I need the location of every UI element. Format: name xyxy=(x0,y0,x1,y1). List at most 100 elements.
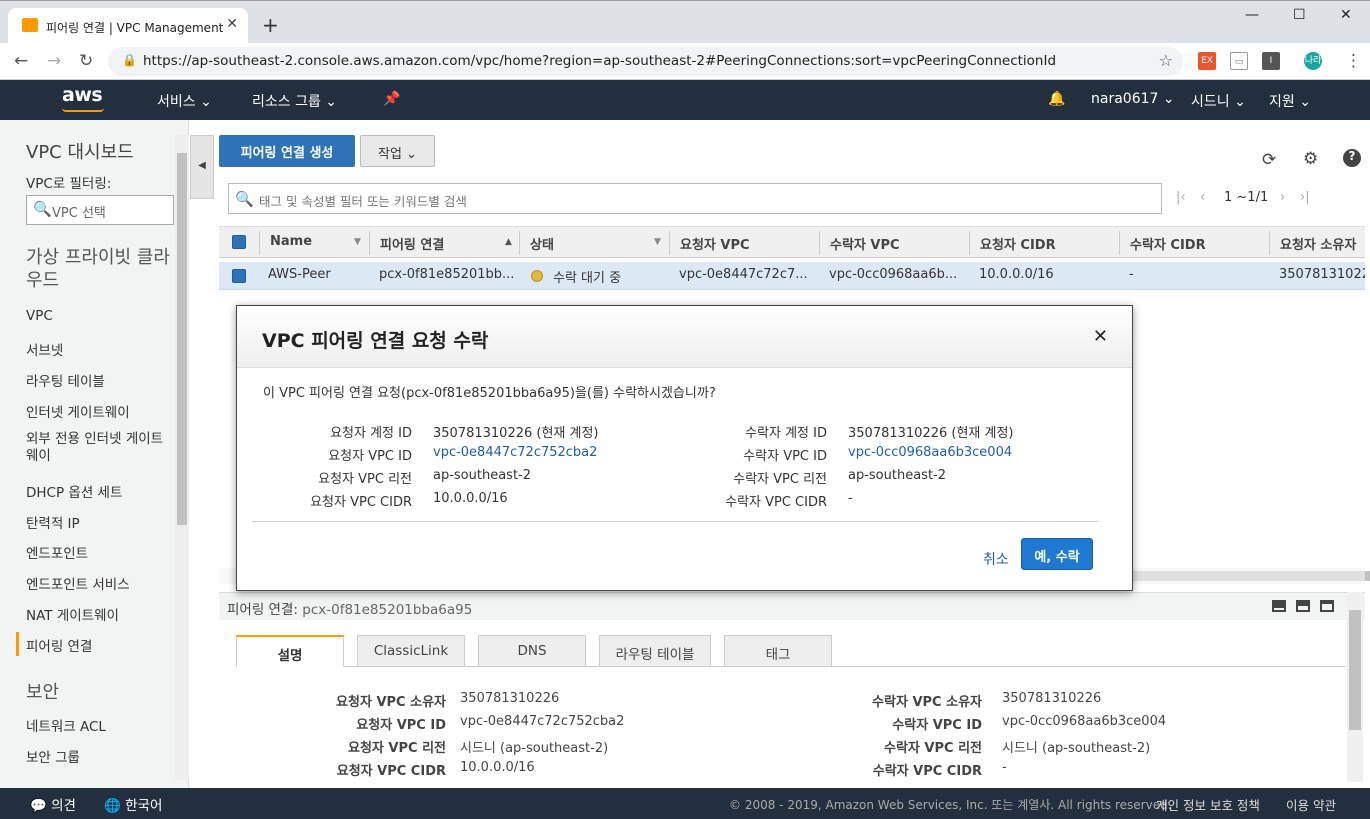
user-menu[interactable]: nara0617 ⌄ xyxy=(1091,91,1175,107)
url-input[interactable]: 🔒 https://ap-southeast-2.console.aws.ama… xyxy=(108,47,1183,76)
detail-value: 시드니 (ap-southeast-2) xyxy=(1002,741,1151,756)
profile-avatar[interactable]: 나라 xyxy=(1304,52,1322,70)
bell-icon[interactable]: 🔔 xyxy=(1048,91,1065,107)
requester-vpc-link[interactable]: vpc-0e8447c72c752cba2 xyxy=(460,714,624,729)
panel-max-icon[interactable] xyxy=(1320,600,1334,612)
sidebar-dashboard-link[interactable]: VPC 대시보드 xyxy=(26,138,134,164)
sort-icon[interactable]: ▼ xyxy=(354,237,361,247)
resource-groups-menu[interactable]: 리소스 그룹 ⌄ xyxy=(252,91,337,111)
detail-title-value: pcx-0f81e85201bba6a95 xyxy=(302,602,473,618)
sidebar-item-subnets[interactable]: 서브넷 xyxy=(26,339,63,359)
forward-icon[interactable]: → xyxy=(47,51,61,71)
panel-min-icon[interactable] xyxy=(1272,600,1286,612)
language-link[interactable]: 🌐 한국어 xyxy=(104,794,162,814)
terms-link[interactable]: 이용 약관 xyxy=(1286,795,1336,814)
actions-button[interactable]: 작업 ⌄ xyxy=(360,135,435,167)
collapse-sidebar-icon[interactable]: ◀ xyxy=(190,135,214,199)
minimize-icon[interactable]: — xyxy=(1245,7,1259,23)
tab-tags[interactable]: 태그 xyxy=(724,635,832,667)
last-page-icon[interactable]: ›| xyxy=(1300,190,1310,205)
region-menu[interactable]: 시드니 ⌄ xyxy=(1191,91,1246,111)
detail-scrollbar[interactable] xyxy=(1347,592,1363,782)
sidebar-item-vpc[interactable]: VPC xyxy=(26,308,53,324)
sidebar-scrollbar[interactable] xyxy=(175,135,189,780)
table-row[interactable]: AWS-Peer pcx-0f81e85201bb... 수락 대기 중 vpc… xyxy=(219,262,1365,290)
pager-text: 1 ~1/1 xyxy=(1224,190,1269,205)
sidebar-item-security-groups[interactable]: 보안 그룹 xyxy=(26,746,80,766)
col-header-requester-cidr[interactable]: 요청자 CIDR xyxy=(980,234,1056,253)
sort-asc-icon[interactable]: ▲ xyxy=(505,237,512,247)
pin-icon[interactable]: 📌 xyxy=(383,91,400,107)
browser-tabbar: 피어링 연결 | VPC Management ✕ + — ☐ ✕ xyxy=(0,0,1370,44)
browser-tab[interactable]: 피어링 연결 | VPC Management ✕ xyxy=(8,8,248,44)
next-page-icon[interactable]: › xyxy=(1280,190,1285,205)
support-menu[interactable]: 지원 ⌄ xyxy=(1269,91,1311,111)
create-peering-button[interactable]: 피어링 연결 생성 xyxy=(219,135,355,167)
search-input[interactable]: 🔍 태그 및 속성별 필터 또는 키워드별 검색 xyxy=(228,183,1162,214)
browser-menu-icon[interactable]: ⋮ xyxy=(1345,51,1362,71)
col-header-requester-vpc[interactable]: 요청자 VPC xyxy=(680,234,750,253)
sidebar-item-peering[interactable]: 피어링 연결 xyxy=(26,635,92,655)
reload-icon[interactable]: ↻ xyxy=(79,51,93,71)
accept-button[interactable]: 예, 수락 xyxy=(1021,538,1093,570)
bookmark-star-icon[interactable]: ☆ xyxy=(1159,51,1173,70)
sidebar-item-igw[interactable]: 인터넷 게이트웨이 xyxy=(26,401,130,421)
tab-dns[interactable]: DNS xyxy=(478,635,586,667)
maximize-icon[interactable]: ☐ xyxy=(1293,7,1306,23)
back-icon[interactable]: ← xyxy=(14,51,28,71)
vpc-filter-select[interactable]: 🔍 VPC 선택 xyxy=(26,195,174,225)
tab-classiclink[interactable]: ClassicLink xyxy=(357,635,465,667)
sidebar-item-endpoints[interactable]: 엔드포인트 xyxy=(26,542,88,562)
col-divider xyxy=(1269,231,1270,255)
col-header-name[interactable]: Name xyxy=(270,234,312,249)
sort-icon[interactable]: ▼ xyxy=(654,237,661,247)
new-tab-icon[interactable]: + xyxy=(262,13,279,37)
sidebar-section-security: 보안 xyxy=(26,682,60,703)
feedback-link[interactable]: 💬 의견 xyxy=(30,794,76,814)
tab-description[interactable]: 설명 xyxy=(236,635,344,667)
accepter-vpc-link[interactable]: vpc-0cc0968aa6b3ce004 xyxy=(1002,714,1166,729)
tab-route-tables[interactable]: 라우팅 테이블 xyxy=(599,635,711,667)
services-menu[interactable]: 서비스 ⌄ xyxy=(157,91,212,111)
sidebar-scroll-thumb[interactable] xyxy=(177,153,187,525)
sidebar-item-route-tables[interactable]: 라우팅 테이블 xyxy=(26,370,105,390)
col-header-accepter-cidr[interactable]: 수락자 CIDR xyxy=(1130,234,1206,253)
detail-key: 수락자 VPC 리전 xyxy=(884,741,982,756)
extension-cast-icon[interactable]: ▭ xyxy=(1230,52,1248,70)
window-close-icon[interactable]: ✕ xyxy=(1340,7,1352,23)
cell-peering: pcx-0f81e85201bb... xyxy=(379,267,514,282)
sidebar-item-nat[interactable]: NAT 게이트웨이 xyxy=(26,604,119,624)
gear-icon[interactable]: ⚙ xyxy=(1303,149,1318,169)
sidebar-item-dhcp[interactable]: DHCP 옵션 세트 xyxy=(26,481,122,501)
select-all-checkbox[interactable] xyxy=(232,235,246,249)
detail-scroll-thumb[interactable] xyxy=(1349,610,1361,730)
panel-mid-icon[interactable] xyxy=(1296,600,1310,612)
dialog-key: 요청자 VPC ID xyxy=(328,449,412,464)
row-checkbox[interactable] xyxy=(232,269,246,283)
refresh-icon[interactable]: ⟳ xyxy=(1262,150,1276,170)
sidebar-item-nacl[interactable]: 네트워크 ACL xyxy=(26,715,106,735)
close-tab-icon[interactable]: ✕ xyxy=(226,16,238,32)
user-label: nara0617 xyxy=(1091,91,1159,107)
privacy-link[interactable]: 개인 정보 보호 정책 xyxy=(1156,795,1260,814)
col-header-accepter-vpc[interactable]: 수락자 VPC xyxy=(830,234,900,253)
aws-logo[interactable]: aws xyxy=(62,84,103,106)
extension-i-icon[interactable]: I xyxy=(1262,52,1280,70)
sidebar-item-endpoint-services[interactable]: 엔드포인트 서비스 xyxy=(26,573,130,593)
close-dialog-icon[interactable]: ✕ xyxy=(1093,326,1108,347)
sidebar-item-egress-igw[interactable]: 외부 전용 인터넷 게이트웨이 xyxy=(26,431,168,465)
col-header-peering[interactable]: 피어링 연결 xyxy=(380,234,444,253)
pending-status-icon xyxy=(531,270,543,282)
cancel-button[interactable]: 취소 xyxy=(983,549,1009,569)
dialog-requester-vpc-link[interactable]: vpc-0e8447c72c752cba2 xyxy=(433,445,597,460)
col-divider xyxy=(519,231,520,255)
first-page-icon[interactable]: |‹ xyxy=(1176,190,1186,205)
dialog-accepter-vpc-link[interactable]: vpc-0cc0968aa6b3ce004 xyxy=(848,445,1012,460)
col-header-status[interactable]: 상태 xyxy=(530,234,554,253)
extension-ex-icon[interactable]: EX xyxy=(1198,52,1216,70)
help-icon[interactable]: ? xyxy=(1343,149,1361,167)
sidebar-item-eip[interactable]: 탄력적 IP xyxy=(26,512,80,532)
aws-favicon-icon xyxy=(22,18,38,32)
prev-page-icon[interactable]: ‹ xyxy=(1200,190,1205,205)
col-header-requester-owner[interactable]: 요청자 소유자 xyxy=(1280,234,1356,253)
